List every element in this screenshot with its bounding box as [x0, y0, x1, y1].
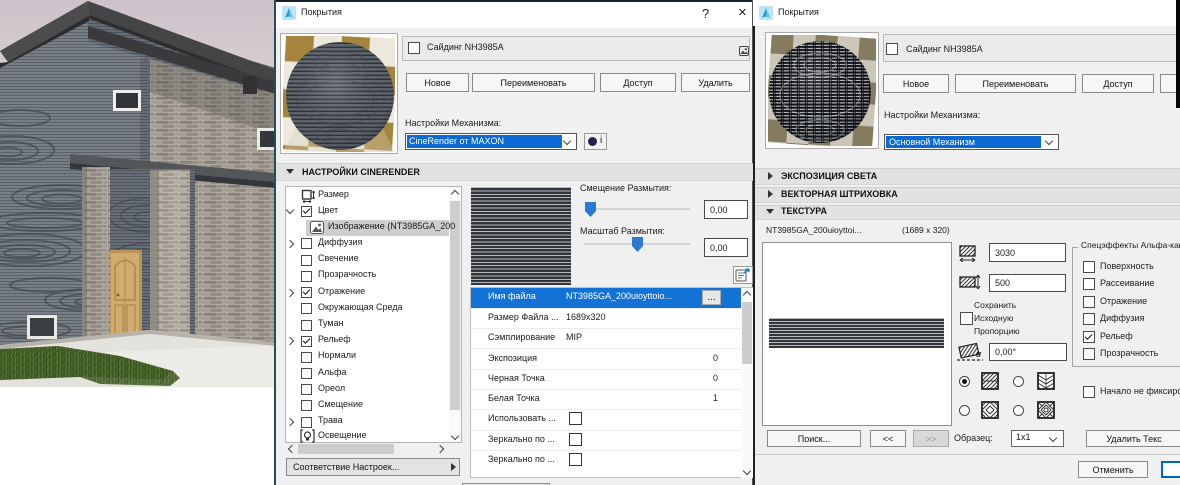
svg-text:α: α [976, 349, 982, 359]
